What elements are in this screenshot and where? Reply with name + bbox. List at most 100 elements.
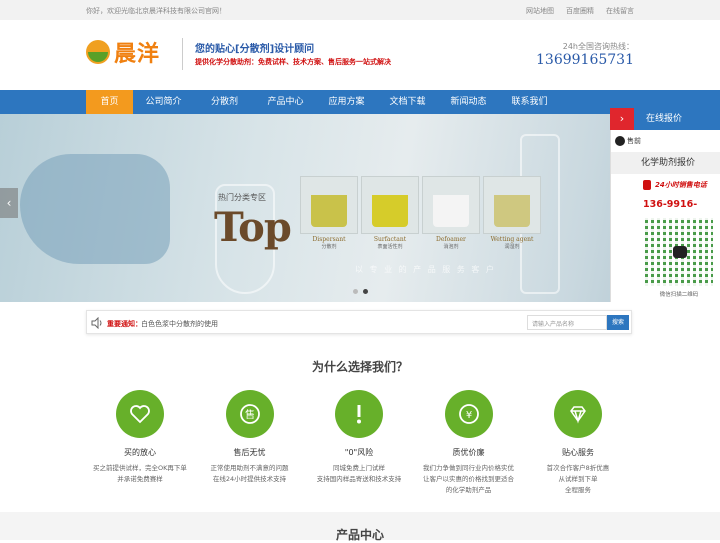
slogan-main: 您的贴心[分散剂]设计顾问 bbox=[195, 44, 315, 55]
banner-product-dispersant[interactable]: Dispersant 分散剂 bbox=[300, 176, 358, 250]
feature-title: 买的放心 bbox=[124, 448, 156, 457]
feature-desc-line: 正常使用助剂不满意的问题 bbox=[210, 464, 289, 472]
feature-desc-line: 同城免费上门试样 bbox=[333, 464, 385, 472]
nav-solutions[interactable]: 应用方案 bbox=[316, 90, 377, 114]
exclamation-icon bbox=[335, 390, 383, 438]
feature-desc-line: 支持国内样品寄送和技术支持 bbox=[316, 475, 402, 483]
top-link-sitemap[interactable]: 网站地图 bbox=[526, 6, 554, 16]
product-cn: 表面活性剂 bbox=[377, 244, 403, 250]
banner-product-defoamer[interactable]: Defoamer 消泡剂 bbox=[422, 176, 480, 250]
header: 晨洋 您的贴心[分散剂]设计顾问 提供化学分散助剂：免费试样、技术方案、售后服务… bbox=[0, 20, 720, 90]
qr-caption: 微信扫描二维码 bbox=[659, 292, 699, 298]
logo[interactable]: 晨洋 bbox=[86, 36, 160, 68]
after-sale-icon: 售 bbox=[225, 390, 274, 438]
feature-desc: 买之前提供试样，完全OK再下单 并承诺免费赛样 bbox=[86, 463, 194, 485]
notice-link[interactable]: 白色色浆中分散剂的使用 bbox=[141, 319, 218, 329]
side-panel-title: 在线报价 bbox=[646, 114, 683, 124]
side-hotline-label: 24小时销售电话 bbox=[655, 181, 707, 189]
top-link-baidu[interactable]: 百度圈精 bbox=[566, 6, 594, 16]
feature-desc-line: 买之前提供试样，完全OK再下单 bbox=[93, 464, 187, 472]
carousel-dot-active[interactable] bbox=[363, 289, 368, 294]
feature-item: "0"风险 同城免费上门试样 支持国内样品寄送和技术支持 bbox=[305, 390, 413, 496]
feature-desc-line: 首次合作客户8折优惠 bbox=[546, 464, 610, 472]
feature-title: 售后无忧 bbox=[233, 448, 266, 457]
beaker-liquid bbox=[494, 195, 530, 227]
feature-desc-line: 全程服务 bbox=[565, 486, 591, 494]
svg-text:售: 售 bbox=[245, 408, 255, 421]
side-panel-head[interactable]: › 在线报价 bbox=[610, 108, 720, 130]
feature-desc: 我们力争做到同行业内价格实优 让客户以实惠的价格找到更适合 的化学助剂产品 bbox=[415, 463, 523, 496]
speaker-icon bbox=[91, 317, 102, 329]
notice-label: 重要通知： bbox=[107, 320, 142, 328]
feature-desc-line: 在线24小时提供技术支持 bbox=[212, 475, 287, 483]
banner-section-label: 热门分类专区 bbox=[218, 193, 266, 202]
carousel-prev-icon[interactable]: ‹ bbox=[0, 188, 18, 218]
qq-icon bbox=[615, 136, 625, 146]
hotline-number: 13699165731 bbox=[536, 52, 634, 68]
banner-caption: 以 专 业 的 产 品 服 务 客 户 bbox=[355, 265, 496, 274]
qq-presale[interactable]: 售前 bbox=[610, 130, 720, 152]
wechat-icon bbox=[673, 246, 687, 258]
svg-text:¥: ¥ bbox=[465, 410, 471, 421]
feature-item: 售 售后无忧 正常使用助剂不满意的问题 在线24小时提供技术支持 bbox=[196, 390, 304, 496]
hotline-label: 24h全国咨询热线： bbox=[562, 42, 634, 51]
product-name: Defoamer bbox=[436, 236, 466, 243]
welcome-text: 你好，欢迎光临北京晨洋科技有限公司官网！ bbox=[86, 7, 226, 15]
banner-top-text: Top bbox=[214, 204, 292, 251]
side-subtitle: 化学助剂报价 bbox=[610, 152, 720, 174]
header-divider bbox=[182, 38, 183, 70]
feature-title: 贴心服务 bbox=[562, 448, 594, 457]
carousel-dots bbox=[353, 289, 368, 294]
product-name: Wetting agent bbox=[490, 236, 534, 243]
feature-desc-line: 从试样到下单 bbox=[558, 475, 598, 483]
banner-products: Dispersant 分散剂 Surfactant 表面活性剂 Defoamer… bbox=[300, 176, 541, 250]
banner-product-wetting[interactable]: Wetting agent 润湿剂 bbox=[483, 176, 541, 250]
feature-title: "0"风险 bbox=[344, 448, 374, 457]
why-title: 为什么选择我们？ bbox=[311, 360, 408, 374]
product-center-title: 产品中心 bbox=[335, 528, 384, 542]
chevron-right-icon[interactable]: › bbox=[610, 108, 634, 130]
top-link-message[interactable]: 在线留言 bbox=[606, 6, 634, 16]
nav-dispersant[interactable]: 分散剂 bbox=[194, 90, 255, 114]
banner-product-surfactant[interactable]: Surfactant 表面活性剂 bbox=[361, 176, 419, 250]
feature-desc-line: 的化学助剂产品 bbox=[445, 486, 492, 494]
product-name: Dispersant bbox=[312, 236, 346, 243]
beaker-liquid bbox=[372, 195, 408, 227]
notice-bar: 重要通知： 白色色浆中分散剂的使用 请输入产品名称 搜索 bbox=[86, 310, 632, 334]
heart-icon bbox=[116, 390, 164, 438]
qq-label: 售前 bbox=[627, 137, 641, 145]
top-bar: 你好，欢迎光临北京晨洋科技有限公司官网！ 网站地图 百度圈精 在线留言 bbox=[0, 0, 720, 20]
beaker-liquid bbox=[433, 195, 469, 227]
feature-item: 买的放心 买之前提供试样，完全OK再下单 并承诺免费赛样 bbox=[86, 390, 194, 496]
side-panel: › 在线报价 售前 化学助剂报价 24小时销售电话 136-9916-5731 … bbox=[610, 108, 720, 302]
nav-contact[interactable]: 联系我们 bbox=[499, 90, 560, 114]
nav-news[interactable]: 新闻动态 bbox=[438, 90, 499, 114]
feature-desc-line: 并承诺免费赛样 bbox=[117, 475, 163, 483]
feature-item: ¥ 质优价廉 我们力争做到同行业内价格实优 让客户以实惠的价格找到更适合 的化学… bbox=[415, 390, 523, 496]
feature-desc: 正常使用助剂不满意的问题 在线24小时提供技术支持 bbox=[196, 463, 304, 485]
product-cn: 分散剂 bbox=[321, 244, 337, 250]
search-button[interactable]: 搜索 bbox=[607, 315, 629, 330]
feature-title: 质优价廉 bbox=[452, 448, 485, 457]
diamond-icon bbox=[554, 390, 602, 438]
feature-desc-line: 让客户以实惠的价格找到更适合 bbox=[423, 475, 514, 483]
slogan-sub: 提供化学分散助剂：免费试样、技术方案、售后服务一站式解决 bbox=[195, 58, 391, 66]
top-links: 网站地图 百度圈精 在线留言 bbox=[526, 6, 634, 16]
product-cn: 消泡剂 bbox=[443, 244, 459, 250]
carousel-dot[interactable] bbox=[353, 289, 358, 294]
nav-downloads[interactable]: 文档下载 bbox=[377, 90, 438, 114]
phone-icon bbox=[643, 180, 651, 190]
product-name: Surfactant bbox=[373, 236, 407, 243]
feature-item: 贴心服务 首次合作客户8折优惠 从试样到下单 全程服务 bbox=[524, 390, 632, 496]
features: 买的放心 买之前提供试样，完全OK再下单 并承诺免费赛样 售 售后无忧 正常使用… bbox=[86, 390, 632, 496]
side-hotline-number: 136-9916-5731 bbox=[610, 196, 720, 228]
nav-home[interactable]: 首页 bbox=[86, 90, 133, 114]
nav-about[interactable]: 公司简介 bbox=[133, 90, 194, 114]
feature-desc: 首次合作客户8折优惠 从试样到下单 全程服务 bbox=[524, 463, 632, 496]
product-search-input[interactable]: 请输入产品名称 bbox=[527, 315, 607, 330]
feature-desc-line: 我们力争做到同行业内价格实优 bbox=[423, 464, 514, 472]
logo-icon bbox=[86, 40, 110, 64]
feature-desc: 同城免费上门试样 支持国内样品寄送和技术支持 bbox=[305, 463, 413, 485]
side-hotline: 24小时销售电话 bbox=[610, 174, 720, 196]
nav-products[interactable]: 产品中心 bbox=[255, 90, 316, 114]
